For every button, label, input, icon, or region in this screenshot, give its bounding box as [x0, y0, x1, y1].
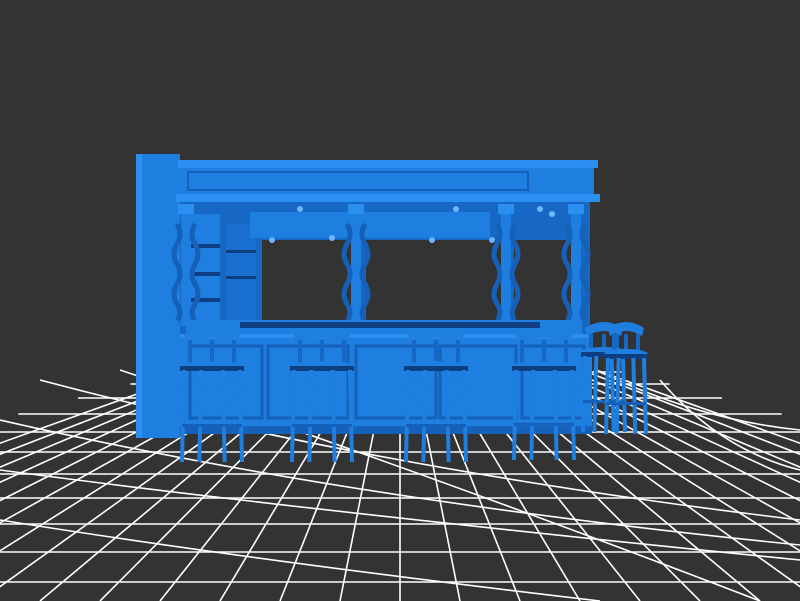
- shelf-line: [226, 276, 256, 279]
- bar-counter-model: [136, 154, 648, 463]
- canopy-inner-beam: [250, 212, 490, 238]
- back-window-center: [366, 240, 502, 320]
- crown-molding-top: [178, 160, 598, 168]
- counter-recess: [240, 322, 540, 328]
- shelf-line: [226, 250, 256, 253]
- 3d-viewport[interactable]: [0, 0, 800, 601]
- shelf-unit-2: [226, 224, 256, 324]
- scene-canvas: [0, 0, 800, 601]
- back-window-left: [262, 240, 352, 320]
- crown-molding-bottom: [176, 194, 600, 202]
- left-wall-edge: [136, 154, 142, 438]
